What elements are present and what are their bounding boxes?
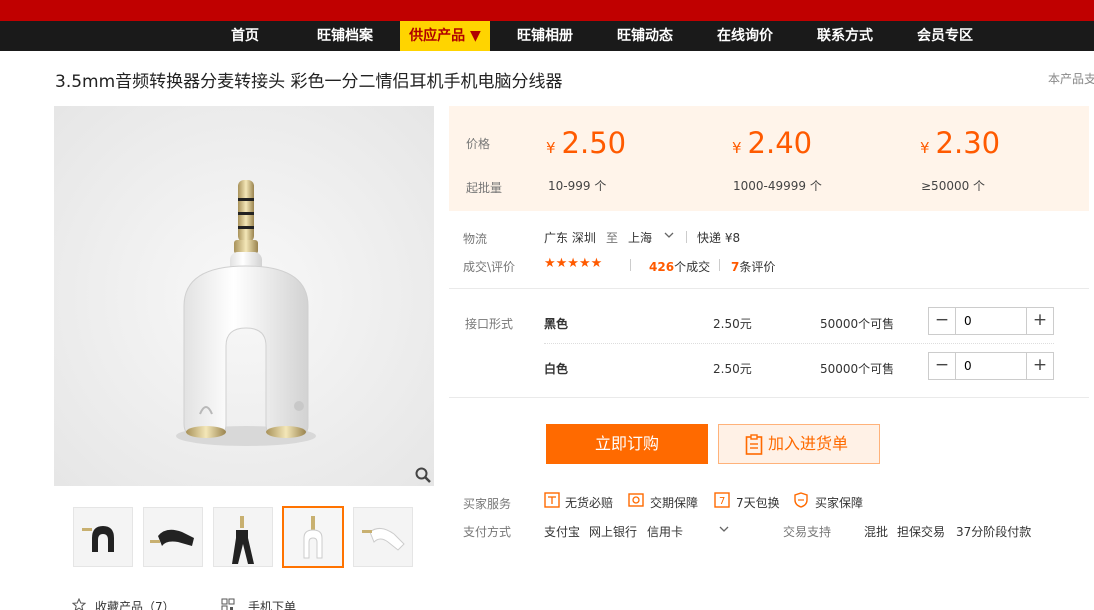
qr-code-icon	[221, 598, 235, 610]
nav-updates[interactable]: 旺铺动态	[609, 21, 681, 51]
moq-tier-3: ≥50000 个	[921, 179, 986, 193]
nav-contact[interactable]: 联系方式	[809, 21, 881, 51]
seven-day-exchange-icon: 7	[714, 492, 730, 508]
quantity-stepper: − +	[928, 352, 1054, 380]
thumbnail-image	[284, 508, 342, 566]
nav-products[interactable]: 供应产品 ▼	[400, 21, 490, 51]
thumbnail-image	[144, 508, 202, 566]
variant-label: 接口形式	[465, 317, 514, 331]
ship-to-select[interactable]: 上海	[628, 229, 652, 246]
top-banner	[0, 0, 1094, 21]
variant-stock: 50000个可售	[820, 362, 895, 376]
corner-note: 本产品支	[1048, 72, 1094, 86]
price-tier-1: ¥2.50	[546, 126, 627, 160]
review-count[interactable]: 7条评价	[731, 258, 775, 275]
logistics-label: 物流	[463, 232, 488, 246]
nav-album[interactable]: 旺铺相册	[509, 21, 581, 51]
deals-count[interactable]: 426个成交	[649, 258, 710, 275]
increment-button[interactable]: +	[1027, 308, 1053, 334]
buy-now-button[interactable]: 立即订购	[546, 424, 708, 464]
add-to-cart-button[interactable]: 加入进货单	[718, 424, 880, 464]
adapter-image	[54, 106, 434, 486]
quantity-input[interactable]	[955, 308, 1027, 334]
divider	[449, 397, 1089, 398]
divider	[449, 288, 1089, 289]
service-item[interactable]: 交期保障	[650, 494, 698, 511]
thumbnail-5[interactable]	[353, 507, 413, 567]
service-item[interactable]: 买家保障	[815, 494, 863, 511]
services-label: 买家服务	[463, 497, 512, 511]
star-outline-icon	[72, 598, 86, 610]
thumbnail-1[interactable]	[73, 507, 133, 567]
divider	[630, 259, 631, 271]
payment-label: 支付方式	[463, 525, 512, 539]
thumbnail-2[interactable]	[143, 507, 203, 567]
payment-method: 支付宝	[544, 525, 581, 539]
chevron-down-icon[interactable]	[664, 231, 674, 239]
variant-name: 黑色	[544, 317, 569, 331]
shipping-fee: 快递 ¥8	[697, 231, 741, 245]
reviews-label: 成交\评价	[463, 260, 516, 274]
main-product-image[interactable]	[54, 106, 434, 486]
decrement-button[interactable]: −	[929, 308, 955, 334]
favorite-link[interactable]: 收藏产品（7）	[95, 598, 175, 610]
price-label: 价格	[466, 137, 491, 151]
trade-support-label: 交易支持	[783, 525, 832, 539]
thumbnail-image	[74, 508, 132, 566]
service-item[interactable]: 7天包换	[736, 494, 780, 511]
trade-support-item: 混批	[864, 525, 889, 539]
moq-tier-2: 1000-49999 个	[733, 179, 822, 193]
variant-price: 2.50元	[713, 362, 752, 376]
chevron-down-icon[interactable]	[719, 525, 729, 533]
ship-to-word: 至	[606, 231, 619, 245]
moq-tier-1: 10-999 个	[548, 179, 607, 193]
divider	[544, 343, 1054, 344]
thumbnail-4[interactable]	[282, 506, 344, 568]
trade-support-item: 担保交易	[897, 525, 946, 539]
clipboard-icon	[745, 434, 763, 455]
price-tier-3: ¥2.30	[920, 126, 1001, 160]
main-nav: 首页 旺铺档案 供应产品 ▼ 旺铺相册 旺铺动态 在线询价 联系方式 会员专区	[0, 21, 1094, 51]
mobile-order-link[interactable]: 手机下单	[248, 598, 296, 610]
price-tier-2: ¥2.40	[732, 126, 813, 160]
search-icon[interactable]	[414, 466, 432, 484]
thumbnail-image	[354, 508, 412, 566]
nav-home[interactable]: 首页	[221, 21, 269, 51]
trade-support-item: 37分阶段付款	[956, 525, 1032, 539]
decrement-button[interactable]: −	[929, 353, 955, 379]
payment-method: 网上银行	[589, 525, 638, 539]
shield-icon	[794, 492, 808, 508]
quantity-input[interactable]	[955, 353, 1027, 379]
nav-shop-profile[interactable]: 旺铺档案	[309, 21, 381, 51]
add-to-cart-label: 加入进货单	[768, 434, 849, 453]
compensation-icon	[544, 492, 560, 508]
thumbnail-3[interactable]	[213, 507, 273, 567]
nav-inquiry[interactable]: 在线询价	[709, 21, 781, 51]
divider	[719, 259, 720, 271]
service-item[interactable]: 无货必赔	[565, 494, 613, 511]
variant-price: 2.50元	[713, 317, 752, 331]
nav-members[interactable]: 会员专区	[909, 21, 981, 51]
delivery-guarantee-icon	[628, 493, 644, 507]
variant-name: 白色	[544, 362, 569, 376]
product-title: 3.5mm音频转换器分麦转接头 彩色一分二情侣耳机手机电脑分线器	[55, 72, 563, 92]
moq-label: 起批量	[466, 181, 503, 195]
payment-method: 信用卡	[647, 525, 684, 539]
ship-from: 广东 深圳	[544, 231, 596, 245]
variant-stock: 50000个可售	[820, 317, 895, 331]
divider	[686, 231, 687, 243]
svg-text:7: 7	[719, 496, 725, 507]
price-panel: 价格 起批量 ¥2.50 ¥2.40 ¥2.30 10-999 个 1000-4…	[449, 106, 1089, 211]
thumbnail-image	[214, 508, 272, 566]
rating-stars: ★★★★★	[544, 256, 603, 271]
quantity-stepper: − +	[928, 307, 1054, 335]
increment-button[interactable]: +	[1027, 353, 1053, 379]
